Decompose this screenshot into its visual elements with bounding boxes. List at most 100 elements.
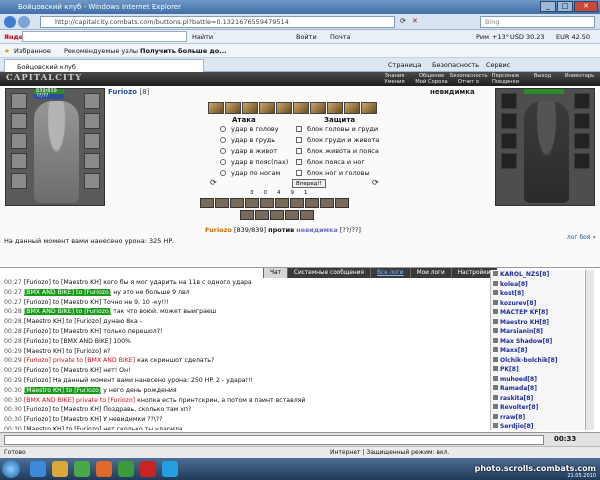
effect-12-icon[interactable] <box>255 210 269 220</box>
firefox-taskbar-icon[interactable] <box>96 461 112 477</box>
enemy-slot-8[interactable] <box>574 153 590 169</box>
effect-4-icon[interactable] <box>245 198 259 208</box>
lock-icon[interactable]: ⟳ <box>372 178 379 187</box>
message-header[interactable]: [Maestro KH] to [Furiozo] <box>23 386 102 394</box>
user-list-item[interactable]: PK[8] <box>491 365 584 375</box>
vs-attacker[interactable]: Furiozo <box>205 226 232 234</box>
effect-6-icon[interactable] <box>275 198 289 208</box>
enemy-avatar[interactable] <box>524 101 569 203</box>
user-name[interactable]: muhoed[8] <box>500 376 537 383</box>
ie-taskbar-icon[interactable] <box>30 461 46 477</box>
user-list-item[interactable]: MACTEP KF[8] <box>491 308 584 318</box>
toolbar-tools-menu[interactable]: Сервис <box>486 58 510 72</box>
armor-slot[interactable] <box>11 133 27 149</box>
chat-input[interactable] <box>4 435 544 445</box>
user-list-item[interactable]: rraw[8] <box>491 413 584 423</box>
effect-13-icon[interactable] <box>270 210 284 220</box>
attack-chest[interactable]: удар в грудь <box>220 135 275 145</box>
user-name[interactable]: Ramada[8] <box>500 385 537 392</box>
skill-3-icon[interactable] <box>242 102 258 114</box>
fav-item-recommended[interactable]: Рекомендуемые узлы <box>64 44 138 58</box>
attack-legs[interactable]: удар по ногам <box>220 168 280 178</box>
message-header[interactable]: [Furiozo] to [Maestro KH] <box>24 416 101 423</box>
defense-waist-legs[interactable]: блок пояса и ног <box>296 157 365 167</box>
message-header[interactable]: [Maestro KH] to [Furiozo] <box>24 318 101 325</box>
opera-taskbar-icon[interactable] <box>140 461 156 477</box>
user-name[interactable]: Marsianin[8] <box>500 328 543 335</box>
address-input[interactable]: http://capitalcity.combats.com/buttons.p… <box>40 16 395 28</box>
ring-slot[interactable] <box>84 133 100 149</box>
user-name[interactable]: Revolter[8] <box>500 404 538 411</box>
effect-7-icon[interactable] <box>290 198 304 208</box>
yandex-login-link[interactable]: Войти <box>296 30 317 44</box>
effect-9-icon[interactable] <box>320 198 334 208</box>
message-header[interactable]: [Furiozo] to [BMX AND BIKE] <box>24 338 111 345</box>
forward-icon[interactable] <box>18 16 30 28</box>
message-header[interactable]: [BMX AND BIKE] private to [Furiozo] <box>24 397 135 404</box>
user-list-item[interactable]: raskita[8] <box>491 394 584 404</box>
tab-combats[interactable]: Бойцовский клуб <box>4 59 204 72</box>
user-name[interactable]: Max Shadow[8] <box>500 338 552 345</box>
skill-10-icon[interactable] <box>361 102 377 114</box>
tab-chat[interactable]: Чат <box>263 268 287 278</box>
amulet-slot[interactable] <box>84 113 100 129</box>
yandex-mail-link[interactable]: Почта <box>330 30 350 44</box>
message-header[interactable]: [Maestro KH] to [Furiozo] <box>24 426 101 430</box>
user-name[interactable]: KAROL_NZS[8] <box>500 271 549 278</box>
effect-3-icon[interactable] <box>230 198 244 208</box>
effect-14-icon[interactable] <box>285 210 299 220</box>
message-header[interactable]: [Furiozo] to [Maestro KH] <box>24 406 101 413</box>
folder-taskbar-icon[interactable] <box>52 461 68 477</box>
message-header[interactable]: [BMX AND BIKE] to [Furiozo] <box>23 288 112 296</box>
user-list-item[interactable]: kost[8] <box>491 289 584 299</box>
maximize-button[interactable]: □ <box>557 1 573 12</box>
enemy-slot-7[interactable] <box>574 133 590 149</box>
user-list-item[interactable]: Marsianin[8] <box>491 327 584 337</box>
close-button[interactable]: ✕ <box>574 1 598 12</box>
player-name-text[interactable]: Furiozo <box>108 88 137 96</box>
message-header[interactable]: [Furiozo] to [Maestro KH] <box>24 367 101 374</box>
shield-slot[interactable] <box>84 153 100 169</box>
message-header[interactable]: [Furiozo] <box>24 377 51 384</box>
find-button[interactable]: Найти <box>192 30 213 44</box>
skill-6-icon[interactable] <box>293 102 309 114</box>
skill-8-icon[interactable] <box>327 102 343 114</box>
utorrent-taskbar-icon[interactable] <box>118 461 134 477</box>
message-header[interactable]: [Maestro KH] to [Furiozo] <box>24 348 101 355</box>
defense-head-chest[interactable]: блок головы и груди <box>296 124 378 134</box>
refresh-icon[interactable]: ⟳ <box>400 17 406 25</box>
toolbar-page-menu[interactable]: Страница <box>388 58 421 72</box>
message-header[interactable]: [Furiozo] private to [BMX AND BIKE] <box>24 357 135 364</box>
attack-belly[interactable]: удар в живот <box>220 146 277 156</box>
menu-exit[interactable]: Выход <box>524 73 561 79</box>
message-header[interactable]: [Furiozo] to [Maestro KH] <box>24 328 101 335</box>
user-list-item[interactable]: kozurev[8] <box>491 299 584 309</box>
message-header[interactable]: [BMX AND BIKE] to [Furiozo] <box>23 308 112 316</box>
effect-1-icon[interactable] <box>200 198 214 208</box>
effect-8-icon[interactable] <box>305 198 319 208</box>
user-list-item[interactable]: Maestro KH[8] <box>491 318 584 328</box>
effect-10-icon[interactable] <box>335 198 349 208</box>
player-name[interactable]: Furiozo [8] <box>108 88 149 96</box>
tab-system[interactable]: Системные сообщения <box>286 268 370 278</box>
defense-legs-head[interactable]: блок ног и головы <box>296 168 370 178</box>
enemy-slot-2[interactable] <box>501 113 517 129</box>
enemy-slot-6[interactable] <box>574 113 590 129</box>
search-input[interactable]: Bing <box>480 16 595 28</box>
start-button[interactable] <box>2 460 20 478</box>
user-list-item[interactable]: KAROL_NZS[8] <box>491 270 584 280</box>
fight-log-link[interactable]: лог боя » <box>567 234 596 241</box>
user-list-item[interactable]: Revolter[8] <box>491 403 584 413</box>
helmet-slot[interactable] <box>11 93 27 109</box>
vs-defender[interactable]: невидимка <box>296 226 337 234</box>
yandex-search-input[interactable] <box>22 31 187 42</box>
skill-2-icon[interactable] <box>225 102 241 114</box>
forward-button[interactable]: Вперед!! <box>292 179 326 188</box>
user-name[interactable]: Maxx[8] <box>500 347 527 354</box>
user-name[interactable]: PK[8] <box>500 366 519 373</box>
minimize-button[interactable]: _ <box>540 1 556 12</box>
gloves-slot[interactable] <box>11 173 27 189</box>
belt-slot[interactable] <box>11 153 27 169</box>
userlist-scrollbar[interactable] <box>585 270 594 430</box>
enemy-slot-4[interactable] <box>501 153 517 169</box>
